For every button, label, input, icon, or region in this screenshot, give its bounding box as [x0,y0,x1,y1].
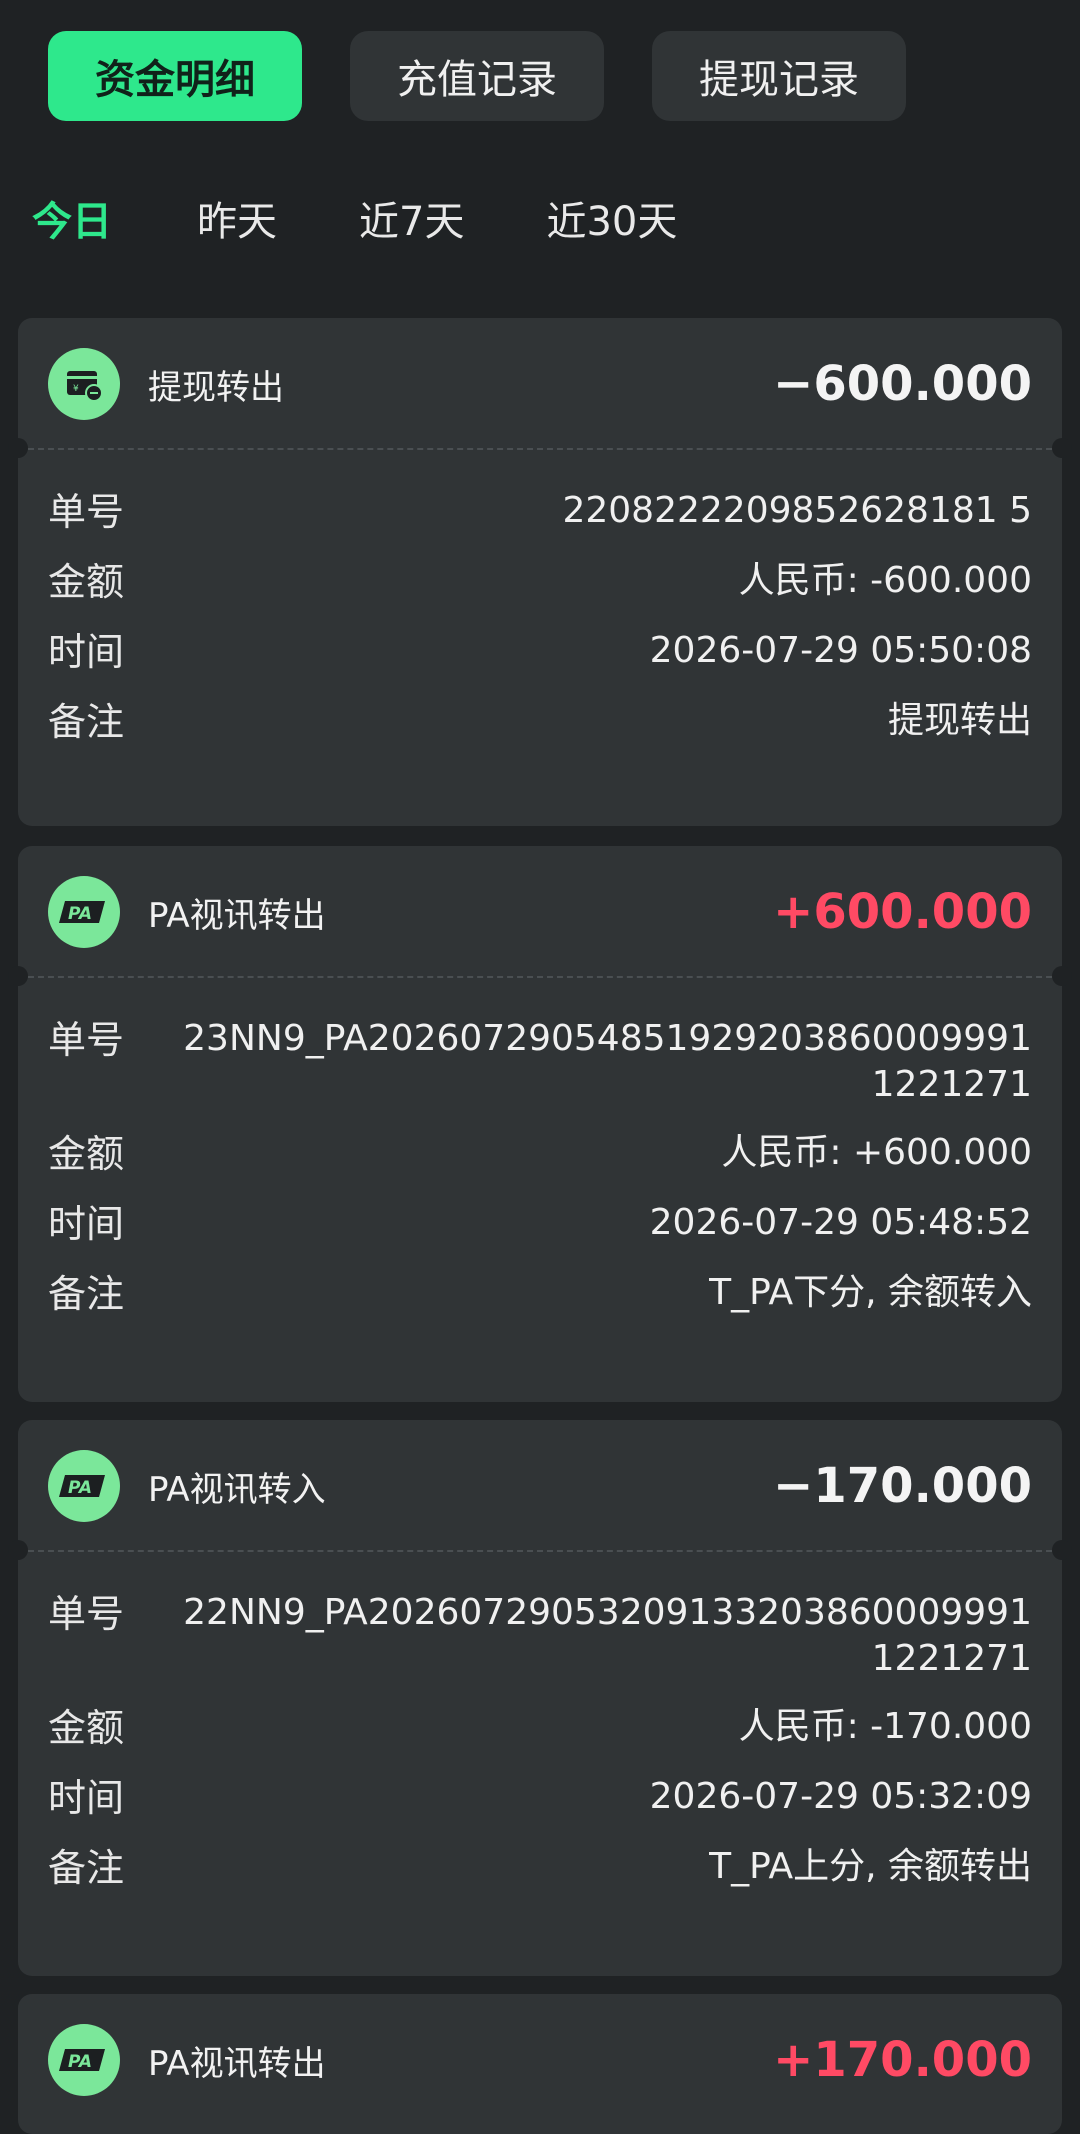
tab-bar: 资金明细 充值记录 提现记录 [48,31,906,121]
order-number: 23NN9_PA20260729054851929203860009991 12… [183,1018,1032,1105]
record-card[interactable]: ¥ 提现转出 −600.000 单号 2208222209852628181 5 … [8,318,1072,826]
detail-row-amount: 金额 人民币: -600.000 [48,560,1032,604]
filter-30-days[interactable]: 近30天 [546,189,677,247]
detail-row-time: 时间 2026-07-29 05:50:08 [48,630,1032,674]
record-title: PA视讯转出 [148,896,326,936]
detail-row-time: 时间 2026-07-29 05:32:09 [48,1776,1032,1820]
detail-row-note: 备注 T_PA上分, 余额转出 [48,1846,1032,1890]
amount-detail: 人民币: -170.000 [738,1706,1032,1747]
record-card[interactable]: PA PA视讯转入 −170.000 单号 22NN9_PA20260729053… [8,1420,1072,1976]
detail-row-amount: 金额 人民币: +600.000 [48,1132,1032,1176]
record-time: 2026-07-29 05:32:09 [649,1776,1032,1817]
withdraw-card-icon: ¥ [48,348,120,420]
record-card-header: PA PA视讯转入 −170.000 [18,1420,1062,1550]
divider [18,1550,1062,1552]
svg-text:PA: PA [68,904,92,924]
amount-detail: 人民币: +600.000 [721,1132,1032,1173]
record-details: 单号 23NN9_PA20260729054851929203860009991 … [48,1016,1032,1340]
filter-today[interactable]: 今日 [32,189,112,247]
detail-row-time: 时间 2026-07-29 05:48:52 [48,1202,1032,1246]
detail-row-order: 单号 22NN9_PA20260729053209133203860009991 … [48,1590,1032,1682]
filter-7-days[interactable]: 近7天 [359,189,464,247]
amount-detail: 人民币: -600.000 [738,560,1032,601]
record-card-header: ¥ 提现转出 −600.000 [18,318,1062,448]
record-card-header: PA PA视讯转出 +170.000 [18,1994,1062,2124]
detail-row-amount: 金额 人民币: -170.000 [48,1706,1032,1750]
record-note: T_PA下分, 余额转入 [709,1272,1032,1313]
record-card-header: PA PA视讯转出 +600.000 [18,846,1062,976]
svg-text:¥: ¥ [73,384,79,394]
record-amount: −170.000 [773,1458,1032,1514]
record-card[interactable]: PA PA视讯转出 +170.000 [18,1994,1062,2134]
svg-text:PA: PA [68,1478,92,1498]
tab-withdraw-records[interactable]: 提现记录 [652,31,906,121]
record-amount: +170.000 [773,2032,1032,2088]
divider [18,448,1062,450]
order-number: 22NN9_PA20260729053209133203860009991 12… [183,1592,1032,1679]
record-card[interactable]: PA PA视讯转出 +600.000 单号 23NN9_PA20260729054… [8,846,1072,1402]
record-time: 2026-07-29 05:48:52 [649,1202,1032,1243]
svg-text:PA: PA [68,2052,92,2072]
order-number: 2208222209852628181 5 [562,490,1032,531]
detail-row-note: 备注 提现转出 [48,700,1032,744]
filter-yesterday[interactable]: 昨天 [197,189,277,247]
detail-row-note: 备注 T_PA下分, 余额转入 [48,1272,1032,1316]
tab-fund-details[interactable]: 资金明细 [48,31,302,121]
record-title: PA视讯转出 [148,2044,326,2084]
record-details: 单号 2208222209852628181 5 金额 人民币: -600.000 … [48,488,1032,768]
divider [18,976,1062,978]
record-title: 提现转出 [148,368,284,408]
pa-logo-icon: PA [48,876,120,948]
record-amount: −600.000 [773,356,1032,412]
record-note: 提现转出 [887,700,1032,741]
date-filter-bar: 今日 昨天 近7天 近30天 [32,190,762,246]
record-details: 单号 22NN9_PA20260729053209133203860009991 … [48,1590,1032,1914]
record-title: PA视讯转入 [148,1470,326,1510]
record-note: T_PA上分, 余额转出 [709,1846,1032,1887]
tab-recharge-records[interactable]: 充值记录 [350,31,604,121]
pa-logo-icon: PA [48,1450,120,1522]
pa-logo-icon: PA [48,2024,120,2096]
detail-row-order: 单号 2208222209852628181 5 [48,490,1032,534]
record-time: 2026-07-29 05:50:08 [649,630,1032,671]
detail-row-order: 单号 23NN9_PA20260729054851929203860009991 … [48,1016,1032,1108]
record-amount: +600.000 [773,884,1032,940]
